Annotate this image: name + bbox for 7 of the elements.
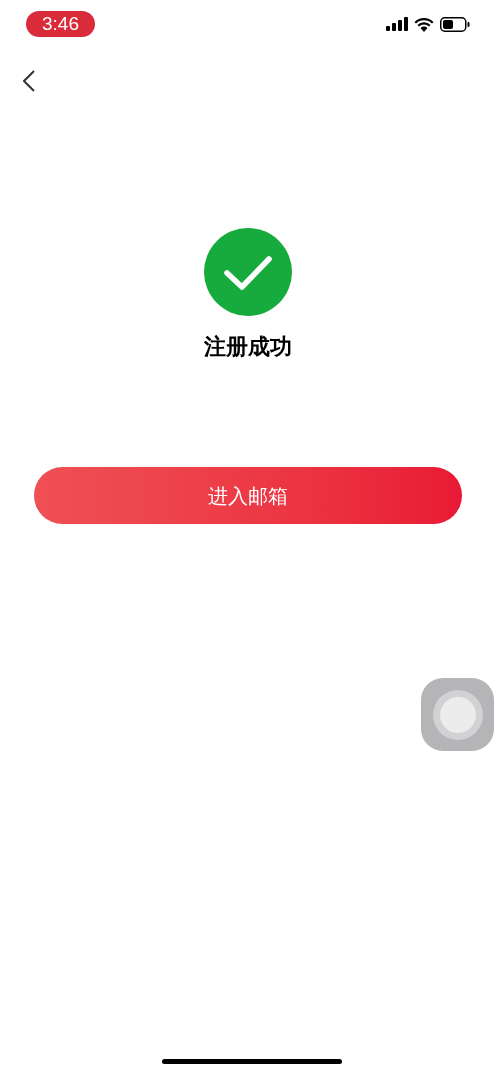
- success-title: 注册成功: [204, 333, 292, 361]
- success-check-icon: [204, 228, 292, 316]
- wifi-icon: [414, 16, 434, 32]
- enter-mailbox-button[interactable]: 进入邮箱: [34, 467, 462, 524]
- status-time: 3:46: [26, 11, 95, 37]
- signal-icon: [386, 17, 408, 31]
- battery-icon: [440, 16, 470, 32]
